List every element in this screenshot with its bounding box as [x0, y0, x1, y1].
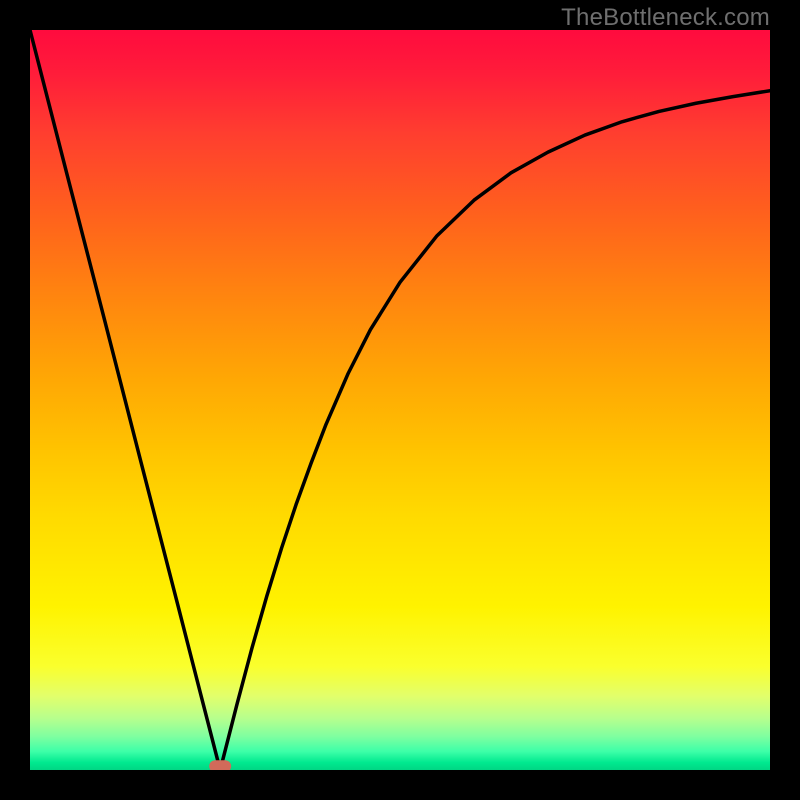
plot-area	[30, 30, 770, 770]
chart-svg	[30, 30, 770, 770]
watermark-text: TheBottleneck.com	[561, 4, 770, 32]
minimum-marker	[209, 760, 231, 770]
bottleneck-curve	[30, 30, 770, 770]
chart-frame: TheBottleneck.com	[0, 0, 800, 800]
